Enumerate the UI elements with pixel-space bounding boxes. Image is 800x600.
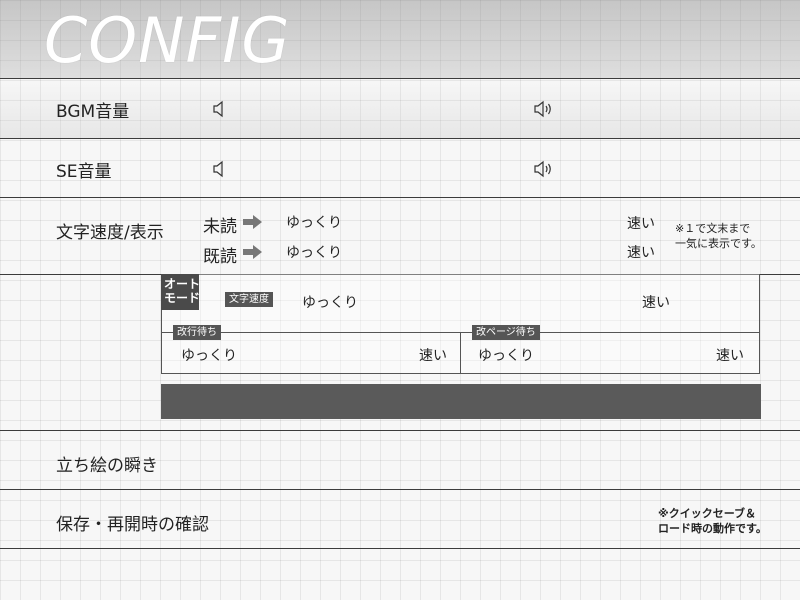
page-wait-slow-label: ゆっくり [478, 348, 534, 364]
read-slow-label: ゆっくり [286, 245, 342, 261]
arrow-right-icon [243, 215, 262, 229]
auto-fast-label: 速い [642, 295, 670, 311]
divider [0, 197, 800, 198]
confirm-label: 保存・再開時の確認 [56, 515, 209, 535]
confirm-note: ※クイックセーブ＆ ロード時の動作です。 [658, 507, 767, 535]
unread-label: 未読 [203, 217, 237, 237]
blink-label: 立ち絵の瞬き [56, 456, 158, 476]
auto-text-speed-tag: 文字速度 [225, 292, 273, 307]
bgm-volume-label: BGM音量 [56, 102, 130, 122]
arrow-right-icon [243, 245, 262, 259]
speaker-loud-icon[interactable] [533, 159, 555, 179]
auto-slow-label: ゆっくり [302, 295, 358, 311]
divider [0, 548, 800, 549]
page-wait-tag: 改ページ待ち [472, 325, 540, 340]
dark-bar[interactable] [161, 384, 761, 419]
unread-fast-label: 速い [627, 216, 655, 232]
line-wait-tag: 改行待ち [173, 325, 221, 340]
page-title: CONFIG [44, 4, 291, 77]
auto-mode-tag: オート モード [161, 274, 200, 310]
speaker-mute-icon[interactable] [212, 160, 226, 178]
divider [0, 138, 800, 139]
divider [0, 489, 800, 490]
divider [460, 332, 461, 374]
page-wait-fast-label: 速い [716, 348, 744, 364]
read-label: 既読 [203, 247, 237, 267]
se-volume-label: SE音量 [56, 162, 112, 182]
line-wait-fast-label: 速い [419, 348, 447, 364]
read-fast-label: 速い [627, 245, 655, 261]
divider [0, 430, 800, 431]
speaker-loud-icon[interactable] [533, 99, 555, 119]
speaker-mute-icon[interactable] [212, 100, 226, 118]
text-speed-note: ※１で文末まで 一気に表示です。 [675, 222, 762, 250]
text-speed-label: 文字速度/表示 [56, 223, 164, 243]
unread-slow-label: ゆっくり [286, 215, 342, 231]
line-wait-slow-label: ゆっくり [181, 348, 237, 364]
